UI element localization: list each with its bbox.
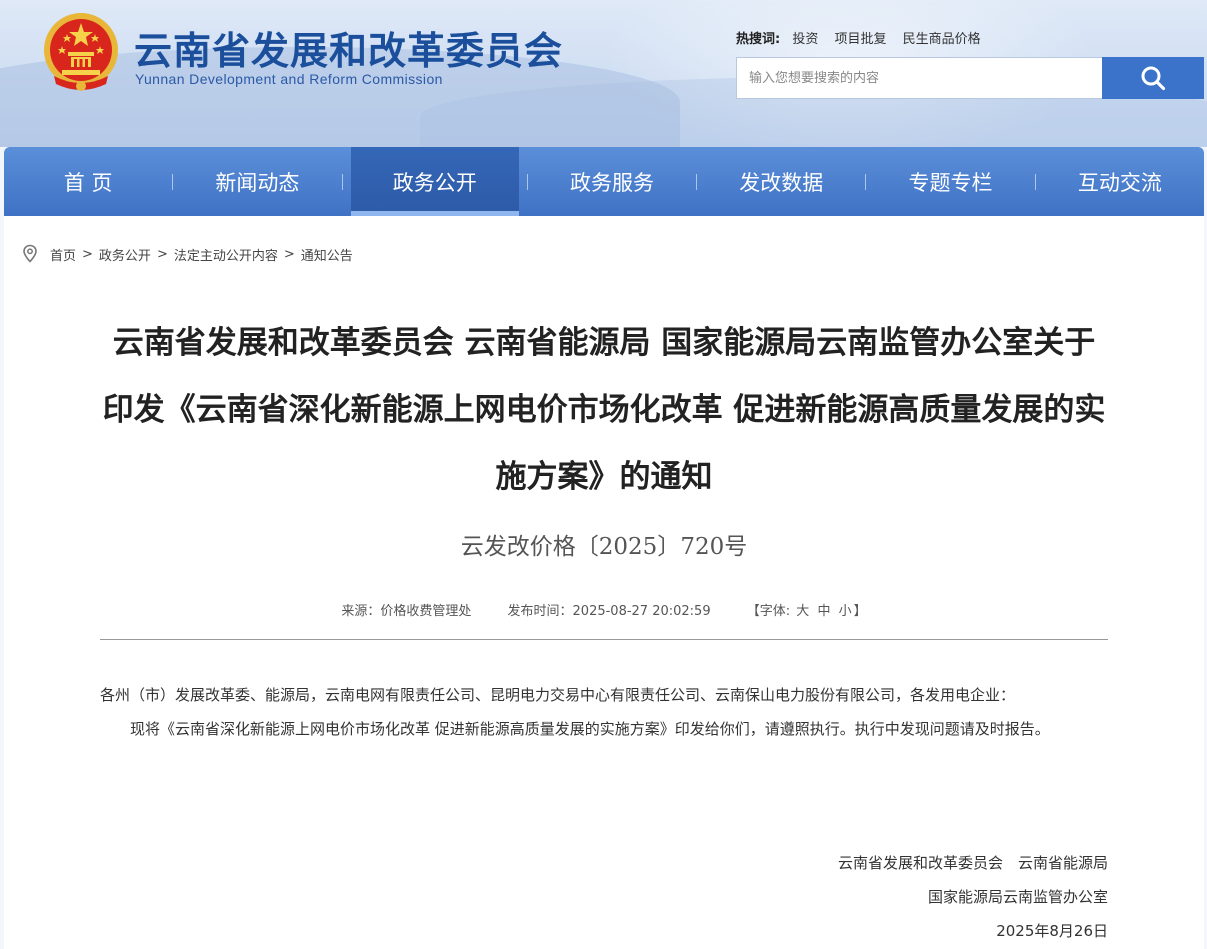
breadcrumb-separator: >: [82, 246, 93, 262]
font-size-large-button[interactable]: 大: [796, 604, 809, 619]
nav-item-home[interactable]: 首 页: [4, 147, 172, 216]
hot-search-item[interactable]: 民生商品价格: [903, 32, 981, 47]
breadcrumb-item[interactable]: 通知公告: [301, 245, 353, 264]
breadcrumb: 首页 > 政务公开 > 法定主动公开内容 > 通知公告: [20, 244, 353, 264]
font-size-end: 】: [853, 604, 867, 619]
article-meta: 来源：价格收费管理处 发布时间：2025-08-27 20:02:59 【字体:…: [4, 600, 1204, 619]
search-button[interactable]: [1102, 57, 1204, 99]
body-paragraph: 现将《云南省深化新能源上网电价市场化改革 促进新能源高质量发展的实施方案》印发给…: [130, 720, 1050, 738]
signature-line: 云南省发展和改革委员会 云南省能源局: [837, 854, 1108, 872]
font-size-control: 【字体: 大 中 小】: [747, 604, 867, 619]
nav-item-gov-affairs[interactable]: 政务公开: [350, 147, 520, 216]
nav-item-data[interactable]: 发改数据: [697, 147, 865, 216]
hot-search: 热搜词: 投资 项目批复 民生商品价格: [736, 28, 993, 47]
article-source: 来源：价格收费管理处: [341, 604, 472, 619]
nav-item-interaction[interactable]: 互动交流: [1036, 147, 1204, 216]
nav-item-topics[interactable]: 专题专栏: [866, 147, 1034, 216]
search-box: [736, 57, 1204, 99]
site-header: 云南省发展和改革委员会 Yunnan Development and Refor…: [0, 0, 1207, 147]
article-publish-time: 发布时间：2025-08-27 20:02:59: [507, 604, 711, 619]
nav-item-gov-service[interactable]: 政务服务: [528, 147, 696, 216]
nav-item-news[interactable]: 新闻动态: [173, 147, 341, 216]
article-title: 云南省发展和改革委员会 云南省能源局 国家能源局云南监管办公室关于印发《云南省深…: [102, 325, 1106, 495]
hot-search-item[interactable]: 项目批复: [835, 32, 887, 47]
signature-line: 国家能源局云南监管办公室: [927, 888, 1108, 906]
signature-date: 2025年8月26日: [996, 922, 1108, 940]
breadcrumb-separator: >: [283, 246, 295, 262]
national-emblem-icon[interactable]: [40, 10, 122, 94]
article-body: 各州（市）发展改革委、能源局，云南电网有限责任公司、昆明电力交易中心有限责任公司…: [100, 678, 1110, 746]
search-icon: [1141, 66, 1166, 91]
site-subtitle: Yunnan Development and Reform Commission: [135, 71, 443, 87]
breadcrumb-item[interactable]: 法定主动公开内容: [174, 245, 278, 264]
nav-separator: [341, 173, 343, 190]
content-panel: 首页 > 政务公开 > 法定主动公开内容 > 通知公告 云南省发展和改革委员会 …: [4, 216, 1204, 949]
hot-search-item[interactable]: 投资: [792, 32, 818, 47]
breadcrumb-item[interactable]: 政务公开: [99, 245, 151, 264]
hot-search-label: 热搜词:: [736, 32, 781, 47]
breadcrumb-item[interactable]: 首页: [50, 245, 76, 264]
location-pin-icon: [23, 244, 37, 263]
font-size-label: 【字体:: [746, 604, 791, 619]
site-title: 云南省发展和改革委员会: [134, 28, 564, 73]
font-size-medium-button[interactable]: 中: [817, 604, 830, 619]
document-number: 云发改价格〔2025〕720号: [460, 534, 748, 560]
font-size-small-button[interactable]: 小: [839, 604, 852, 619]
title-divider: [100, 639, 1108, 640]
body-paragraph: 各州（市）发展改革委、能源局，云南电网有限责任公司、昆明电力交易中心有限责任公司…: [100, 686, 1016, 704]
breadcrumb-separator: >: [156, 246, 168, 262]
main-nav: 首 页 新闻动态 政务公开 政务服务 发改数据 专题专栏 互动交流: [4, 147, 1204, 216]
search-input[interactable]: [736, 57, 1102, 99]
